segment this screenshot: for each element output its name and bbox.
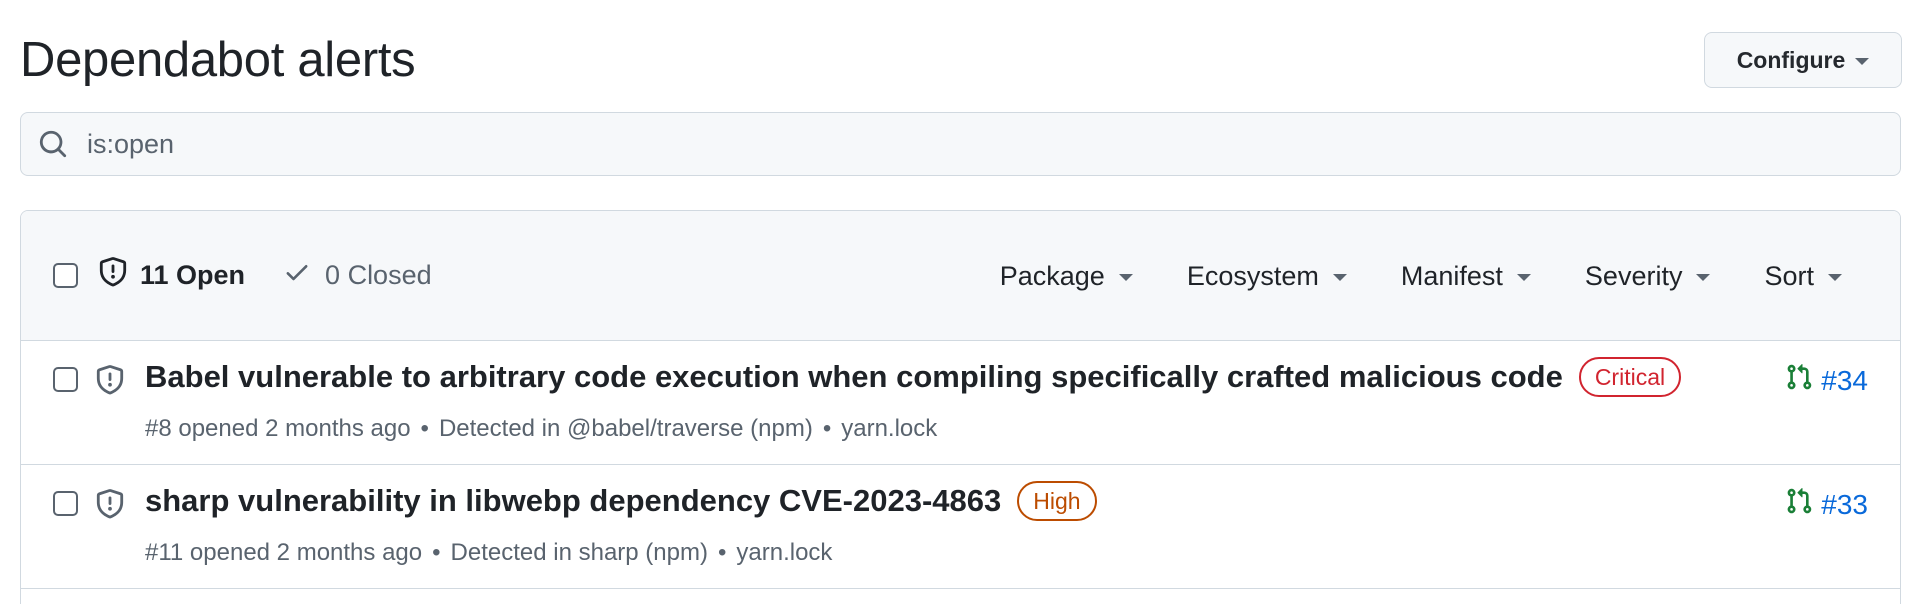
pr-number: #33	[1821, 488, 1868, 520]
alert-manifest: yarn.lock	[736, 539, 833, 566]
alert-checkbox[interactable]	[53, 367, 78, 392]
search-input[interactable]	[85, 127, 1785, 161]
separator-dot: •	[717, 539, 727, 566]
filter-label: Manifest	[1400, 260, 1503, 291]
git-pull-request-icon	[1785, 487, 1813, 522]
filter-bar: Package Ecosystem Manifest Severity Sort	[1000, 211, 1842, 341]
severity-badge: High	[1017, 481, 1097, 521]
page-title: Dependabot alerts	[20, 33, 416, 87]
alert-title-link[interactable]: Babel vulnerable to arbitrary code execu…	[145, 359, 1563, 395]
caret-down-icon	[1855, 58, 1870, 65]
page-header: Dependabot alerts Configure	[20, 0, 1902, 110]
separator-dot: •	[420, 415, 429, 442]
severity-filter[interactable]: Severity	[1585, 261, 1711, 292]
sort-filter[interactable]: Sort	[1764, 261, 1842, 292]
alert-meta: #11 opened 2 months ago • Detected in sh…	[145, 539, 832, 567]
alert-detected: Detected in sharp (npm)	[450, 539, 708, 566]
alert-opened: #8 opened 2 months ago	[145, 415, 411, 442]
caret-down-icon	[1696, 274, 1711, 281]
severity-badge: Critical	[1578, 357, 1682, 397]
shield-icon	[95, 489, 125, 524]
alert-checkbox[interactable]	[53, 491, 78, 516]
configure-label: Configure	[1736, 46, 1846, 73]
git-pull-request-icon	[1785, 363, 1813, 398]
alert-title-link[interactable]: sharp vulnerability in libwebp dependenc…	[145, 483, 1001, 519]
alert-detected: Detected in @babel/traverse (npm)	[438, 415, 813, 442]
configure-button[interactable]: Configure	[1704, 32, 1902, 88]
alert-row: sharp vulnerability in libwebp dependenc…	[21, 465, 1900, 589]
pull-request-link[interactable]: #34	[1785, 363, 1868, 398]
closed-count-label: 0 Closed	[325, 260, 432, 290]
closed-filter-button[interactable]: 0 Closed	[283, 258, 432, 293]
ecosystem-filter[interactable]: Ecosystem	[1187, 261, 1347, 292]
open-filter-button[interactable]: 11 Open	[98, 257, 245, 294]
manifest-filter[interactable]: Manifest	[1401, 261, 1531, 292]
filter-label: Sort	[1764, 260, 1814, 291]
search-bar[interactable]	[20, 112, 1901, 176]
separator-dot: •	[822, 415, 832, 442]
package-filter[interactable]: Package	[1000, 261, 1133, 292]
pr-number: #34	[1821, 364, 1868, 396]
caret-down-icon	[1118, 274, 1133, 281]
alert-row: Babel vulnerable to arbitrary code execu…	[21, 341, 1900, 465]
caret-down-icon	[1516, 274, 1531, 281]
alerts-panel: 11 Open 0 Closed Package Ecosystem Manif…	[20, 210, 1901, 604]
shield-icon	[95, 365, 125, 400]
caret-down-icon	[1828, 274, 1842, 281]
search-icon	[37, 128, 69, 160]
alerts-toolbar: 11 Open 0 Closed Package Ecosystem Manif…	[21, 211, 1900, 341]
separator-dot: •	[432, 539, 441, 566]
filter-label: Package	[999, 260, 1105, 291]
caret-down-icon	[1332, 274, 1347, 281]
alert-meta: #8 opened 2 months ago • Detected in @ba…	[145, 415, 937, 443]
shield-icon	[98, 257, 128, 294]
filter-label: Ecosystem	[1186, 260, 1319, 291]
alert-opened: #11 opened 2 months ago	[145, 539, 423, 566]
select-all-checkbox[interactable]	[53, 263, 78, 288]
open-count-label: 11 Open	[140, 260, 246, 290]
dependabot-alerts-page: Dependabot alerts Configure 11 Open	[0, 0, 1922, 604]
alert-manifest: yarn.lock	[841, 415, 938, 442]
check-icon	[283, 258, 311, 293]
pull-request-link[interactable]: #33	[1785, 487, 1868, 522]
filter-label: Severity	[1584, 260, 1683, 291]
alert-title-line: Babel vulnerable to arbitrary code execu…	[145, 357, 1682, 397]
alert-title-line: sharp vulnerability in libwebp dependenc…	[145, 481, 1097, 521]
